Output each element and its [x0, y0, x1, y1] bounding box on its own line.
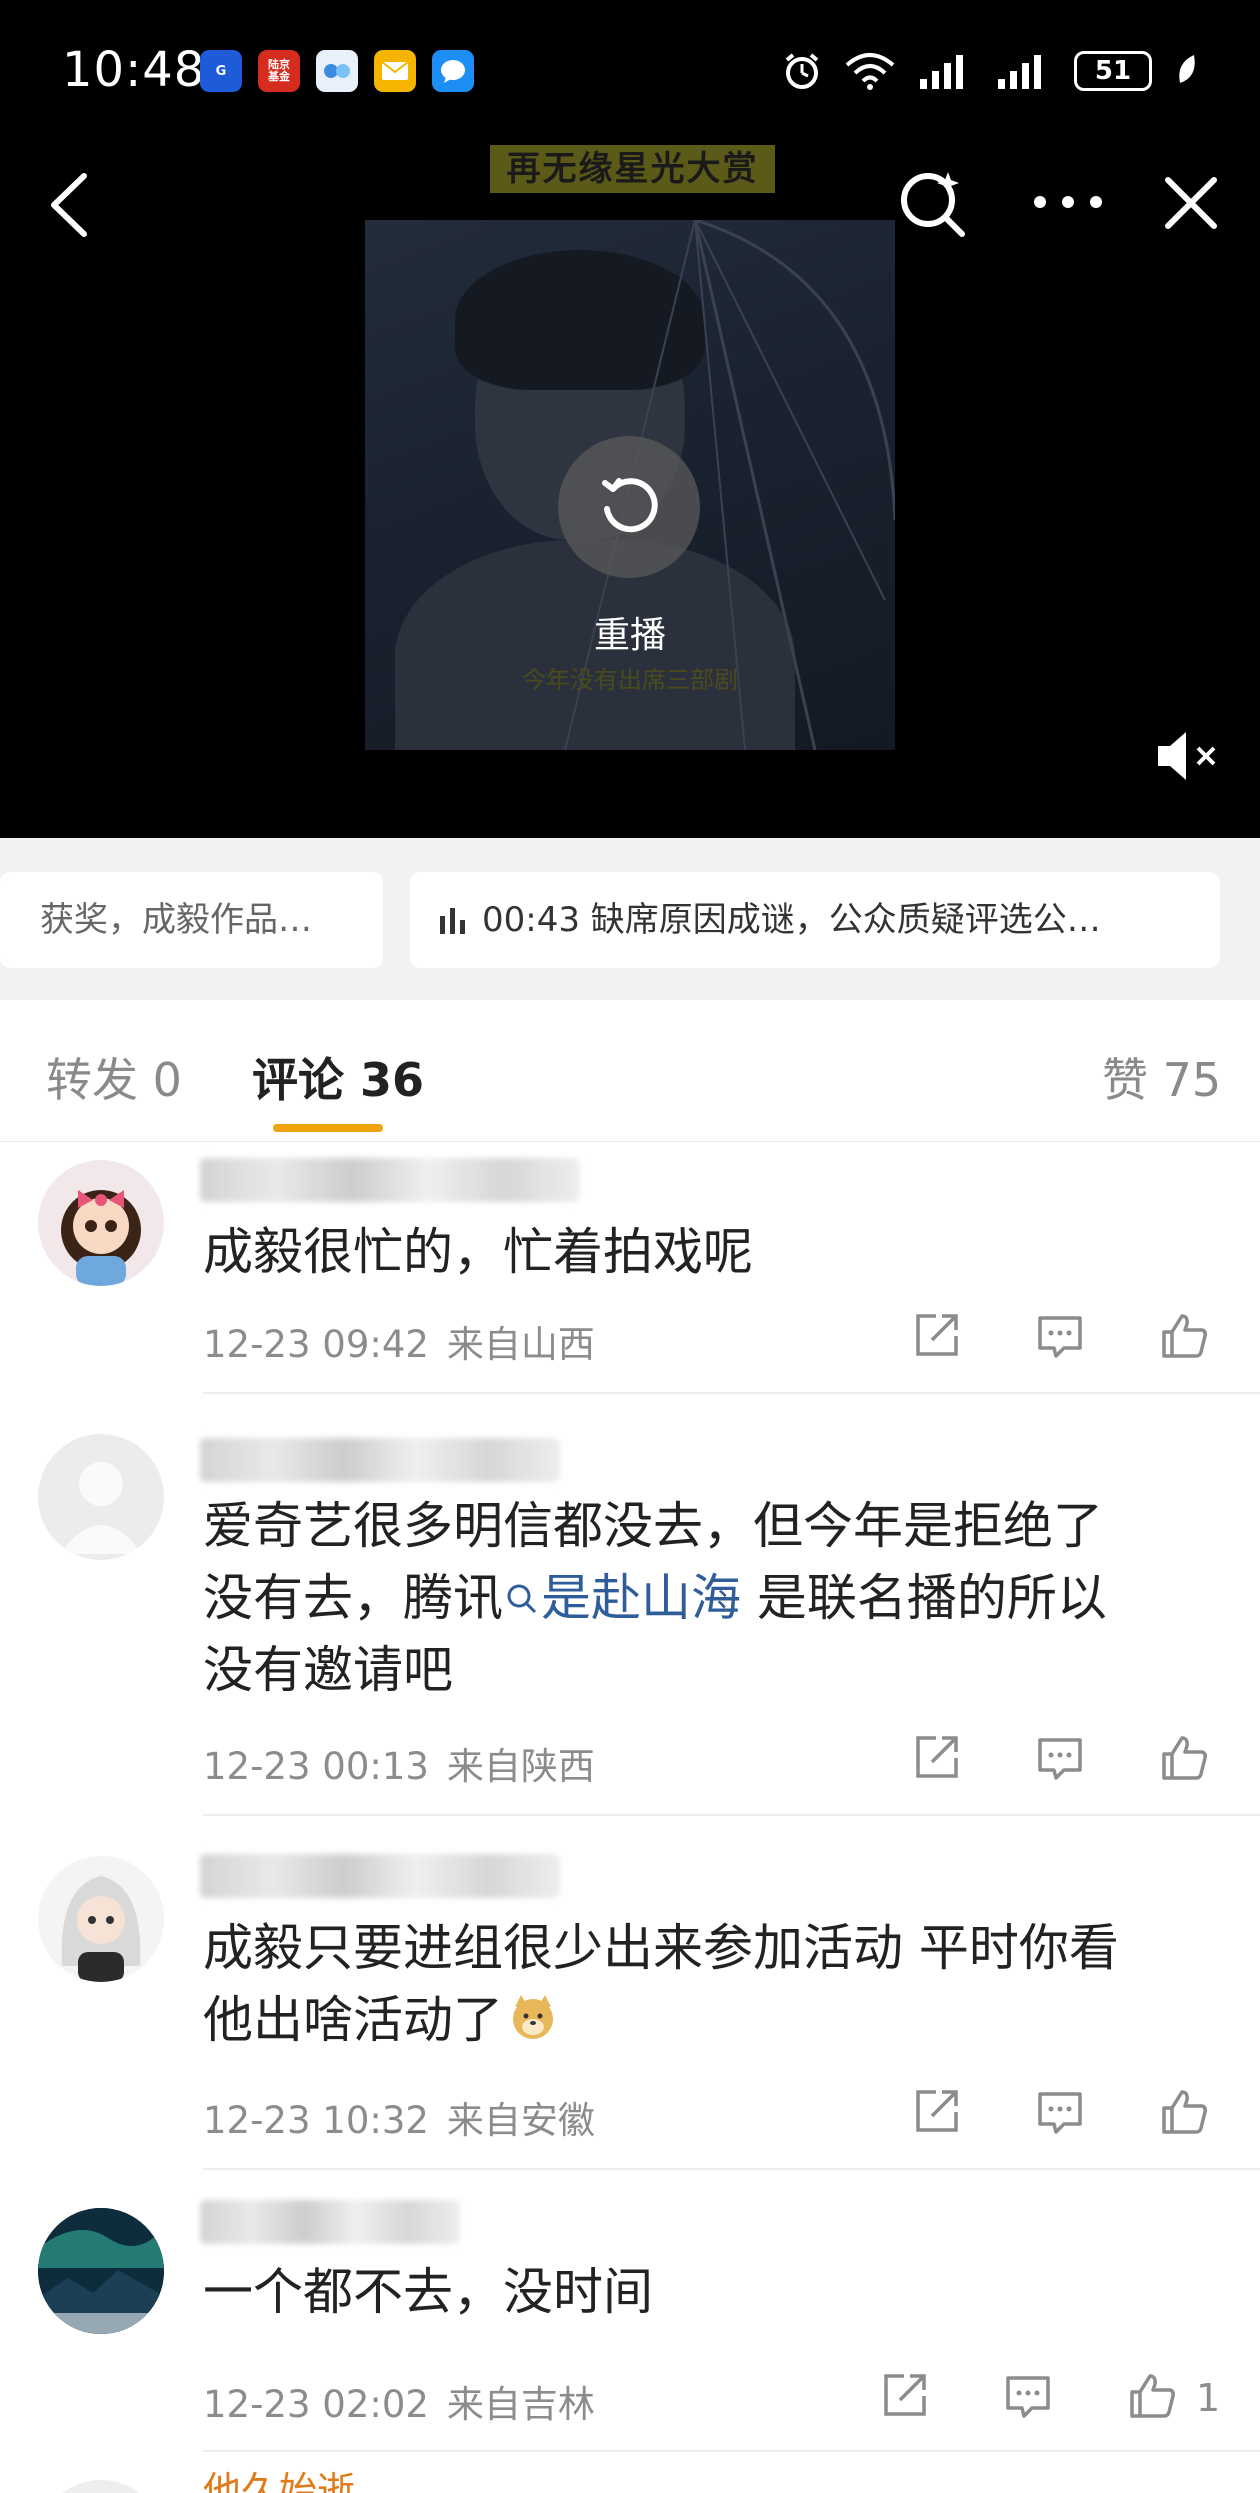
avatar[interactable]: [38, 1434, 164, 1560]
comment-location: 来自山西: [446, 1323, 595, 1366]
related-chip-right-label: 00:43 缺席原因成谜，公众质疑评选公…: [482, 900, 1101, 940]
wifi-icon: [845, 53, 895, 90]
avatar[interactable]: [38, 1160, 164, 1286]
comment-time: 12-23 02:02: [203, 2383, 429, 2426]
repost-icon[interactable]: [910, 1310, 962, 1362]
avatar[interactable]: [38, 2208, 164, 2334]
comment-time: 12-23 10:32: [203, 2099, 429, 2142]
comment-text-line: 爱奇艺很多明信都没去，但今年是拒绝了: [203, 1497, 1103, 1555]
more-icon[interactable]: [1030, 180, 1106, 224]
replay-button[interactable]: [558, 436, 700, 578]
comment-text-line: 他出啥活动了: [203, 1984, 1223, 2056]
comment-icon[interactable]: [1034, 2086, 1086, 2138]
comment-item: 成毅只要进组很少出来参加活动 平时你看 他出啥活动了 12-23 10:32 来自…: [0, 1816, 1260, 2170]
comment-meta: 12-23 00:13 来自陕西: [203, 1736, 595, 1790]
status-bar: 10:48 G 陆京 基金 51: [0, 0, 1260, 140]
related-chip-left[interactable]: 获奖，成毅作品…: [0, 872, 383, 968]
fund-app-icon: 陆京 基金: [258, 50, 300, 92]
tab-repost[interactable]: 转发 0: [46, 1044, 182, 1110]
like-icon[interactable]: [1126, 2370, 1178, 2422]
related-videos-bar: 获奖，成毅作品… 00:43 缺席原因成谜，公众质疑评选公…: [0, 838, 1260, 1000]
like-icon[interactable]: [1158, 1310, 1210, 1362]
comment-location: 来自安徽: [446, 2099, 595, 2142]
alarm-icon: [785, 53, 819, 89]
leaf-icon: [1179, 55, 1195, 83]
comment-text: 爱奇艺很多明信都没去，但今年是拒绝了 没有去，腾讯 是赴山海 是联名播的所以 没有…: [203, 1490, 1223, 1706]
video-player[interactable]: 10:48 G 陆京 基金 51 再无缘星光大赏 今年没有出席三部剧 重播: [0, 0, 1260, 838]
doge-emoji-icon: [513, 1995, 553, 2039]
avatar[interactable]: [38, 2480, 164, 2493]
search-icon: [507, 1584, 537, 1614]
like-count: 1: [1196, 2376, 1221, 2420]
comment-text-line: 没有去，腾讯 是赴山海 是联名播的所以: [203, 1562, 1223, 1634]
comment-text: 成毅很忙的，忙着拍戏呢: [203, 1223, 753, 1281]
related-chip-left-label: 获奖，成毅作品…: [40, 900, 312, 940]
comment-location: 来自吉林: [446, 2383, 595, 2426]
comment-text-line: 没有邀请吧: [203, 1641, 453, 1699]
related-chip-right[interactable]: 00:43 缺席原因成谜，公众质疑评选公…: [410, 872, 1220, 968]
repost-icon[interactable]: [878, 2370, 930, 2422]
like-icon[interactable]: [1158, 2086, 1210, 2138]
comment-item: 一个都不去，没时间 12-23 02:02 来自吉林 1: [0, 2170, 1260, 2452]
comment-meta: 12-23 09:42 来自山西: [203, 1314, 595, 1368]
comment-text-segment: 是联名播的所以: [741, 1569, 1107, 1627]
replay-label[interactable]: 重播: [530, 606, 730, 658]
username-blurred[interactable]: [200, 1854, 560, 1898]
comment-text-segment: 他出啥活动了: [203, 1991, 503, 2049]
tab-likes[interactable]: 赞 75: [1102, 1044, 1221, 1110]
message-app-icon: [432, 50, 474, 92]
close-icon[interactable]: [1160, 172, 1222, 234]
status-time: 10:48: [62, 42, 206, 98]
comment-time: 12-23 00:13: [203, 1745, 429, 1788]
back-icon[interactable]: [40, 170, 100, 240]
battery-indicator: 51: [1074, 51, 1152, 91]
repost-icon[interactable]: [910, 2086, 962, 2138]
comment-tabs: 转发 0 评论 36 赞 75: [0, 1000, 1260, 1142]
tab-active-underline: [273, 1124, 383, 1132]
video-subtitle: 今年没有出席三部剧: [522, 666, 738, 694]
username-blurred[interactable]: [200, 2200, 460, 2244]
replay-icon: [602, 478, 658, 533]
audio-bars-icon: [440, 908, 465, 934]
next-username[interactable]: 他久始逝: [203, 2460, 355, 2493]
signal-icon-2: [998, 55, 1041, 89]
comment-meta: 12-23 02:02 来自吉林: [203, 2374, 595, 2428]
comment-time: 12-23 09:42: [203, 1323, 429, 1366]
search-icon[interactable]: [896, 166, 968, 238]
like-icon[interactable]: [1158, 1732, 1210, 1784]
topic-link[interactable]: 是赴山海: [503, 1569, 741, 1627]
signal-icon: [920, 55, 963, 89]
comment-meta: 12-23 10:32 来自安徽: [203, 2090, 595, 2144]
comment-text-segment: 没有去，腾讯: [203, 1569, 503, 1627]
tab-comments[interactable]: 评论 36: [252, 1044, 424, 1110]
comment-icon[interactable]: [1034, 1310, 1086, 1362]
username-blurred[interactable]: [200, 1158, 580, 1202]
avatar[interactable]: [38, 1856, 164, 1982]
comment-icon[interactable]: [1034, 1732, 1086, 1784]
topic-link-label: 是赴山海: [541, 1569, 741, 1627]
username-blurred[interactable]: [200, 1438, 560, 1482]
mail-app-icon: [374, 50, 416, 92]
comment-text: 一个都不去，没时间: [203, 2263, 653, 2321]
repost-icon[interactable]: [910, 1732, 962, 1784]
comment-item: 爱奇艺很多明信都没去，但今年是拒绝了 没有去，腾讯 是赴山海 是联名播的所以 没有…: [0, 1394, 1260, 1816]
comment-text-line: 成毅只要进组很少出来参加活动 平时你看: [203, 1919, 1119, 1977]
next-comment-partial: 他久始逝: [0, 2452, 1260, 2493]
mute-icon[interactable]: [1154, 728, 1224, 784]
gdrcb-app-icon: G: [200, 50, 242, 92]
video-title-strip: 再无缘星光大赏: [490, 145, 775, 193]
comment-icon[interactable]: [1002, 2370, 1054, 2422]
comment-item: 成毅很忙的，忙着拍戏呢 12-23 09:42 来自山西: [0, 1142, 1260, 1394]
status-indicators: 51: [782, 48, 1200, 94]
comment-text: 成毅只要进组很少出来参加活动 平时你看 他出啥活动了: [203, 1912, 1223, 2056]
comment-location: 来自陕西: [446, 1745, 595, 1788]
bank-app-icon: [316, 50, 358, 92]
